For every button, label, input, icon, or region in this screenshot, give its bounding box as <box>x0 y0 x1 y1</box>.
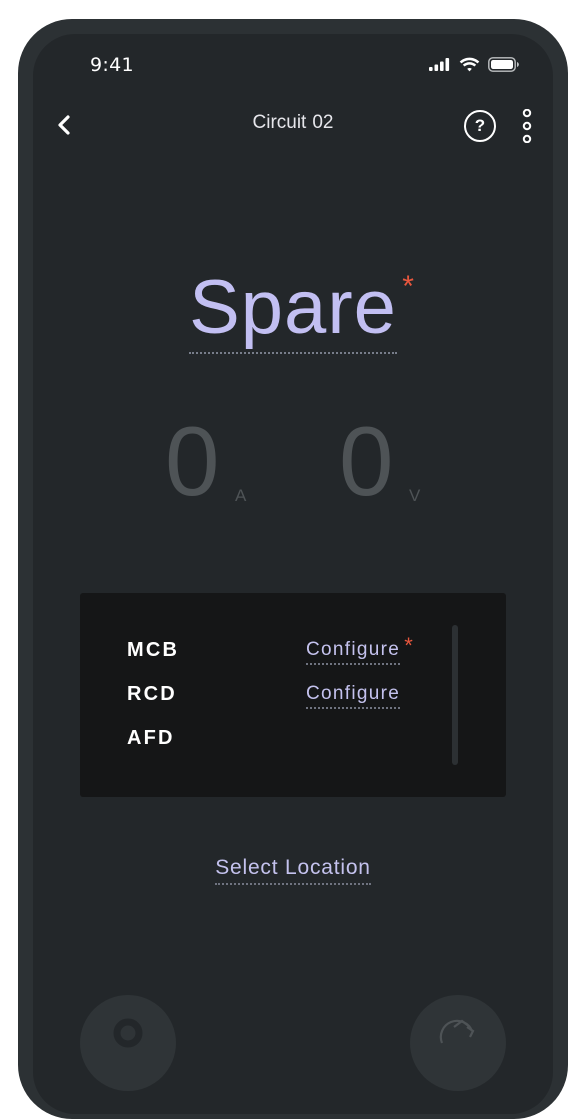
mcb-required-marker: * <box>404 633 415 658</box>
protection-label-afd: AFD <box>127 727 175 749</box>
configure-mcb-link[interactable]: Configure * <box>306 635 413 665</box>
person-button[interactable] <box>80 995 176 1091</box>
help-button[interactable]: ? <box>464 110 496 142</box>
sync-icon <box>439 1019 475 1044</box>
circuit-number: 02 <box>312 112 334 133</box>
more-options-button[interactable] <box>520 109 534 143</box>
more-vertical-icon <box>522 109 532 143</box>
sync-button[interactable] <box>410 995 506 1091</box>
protection-label-rcd: RCD <box>127 683 177 705</box>
protection-card: MCB Configure * RCD Configure AFD <box>80 593 506 797</box>
select-location-wrap: Select Location <box>33 856 553 885</box>
select-location-link[interactable]: Select Location <box>215 856 371 885</box>
signal-icon <box>429 58 450 71</box>
wifi-icon <box>459 57 480 72</box>
current-value: 0 <box>165 406 220 516</box>
status-icons <box>429 57 520 72</box>
card-scrollbar[interactable] <box>452 625 458 765</box>
current-unit: A <box>235 486 247 505</box>
battery-icon <box>488 57 519 72</box>
circuit-name-wrap: Spare * <box>33 266 553 354</box>
configure-mcb-label: Configure <box>306 639 401 660</box>
circuit-name-field[interactable]: Spare * <box>189 265 414 354</box>
protection-label-mcb: MCB <box>127 639 180 661</box>
voltage-unit: V <box>409 486 421 505</box>
phone-screen: 9:41 Circuit 02 ? Spare * 0 A 0 V MCB Co… <box>33 34 553 1114</box>
page-title-label: Circuit <box>252 112 307 133</box>
configure-rcd-link[interactable]: Configure <box>306 683 401 709</box>
help-icon: ? <box>474 116 486 135</box>
configure-rcd-label: Configure <box>306 683 401 704</box>
status-time: 9:41 <box>90 54 134 76</box>
circuit-name: Spare <box>189 265 397 350</box>
person-icon <box>113 1018 143 1048</box>
required-marker: * <box>402 270 415 303</box>
voltage-value: 0 <box>339 406 394 516</box>
